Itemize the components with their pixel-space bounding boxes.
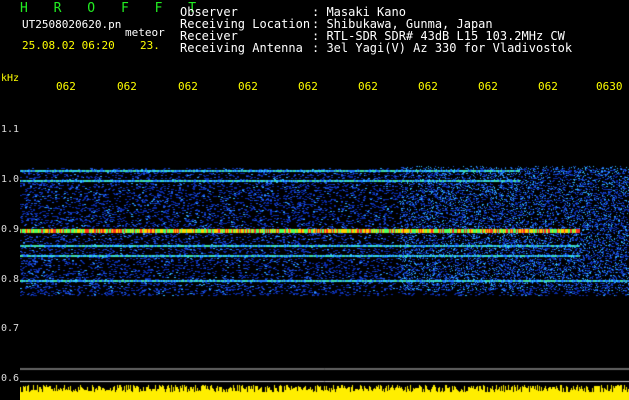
spectrogram-chart (20, 92, 629, 400)
y-tick-label: 1.0 (1, 174, 20, 185)
y-tick-label: 0.7 (1, 323, 20, 334)
x-tick-label: 062 (178, 80, 198, 93)
x-tick-label: 062 (478, 80, 498, 93)
y-axis-unit: kHz (1, 73, 20, 84)
file-name: UT2508020620.pn (22, 18, 122, 31)
x-tick-label: 062 (238, 80, 258, 93)
y-tick-label: 0.6 (1, 373, 20, 384)
info-value-antenna: : 3el Yagi(V) Az 330 for Vladivostok (312, 41, 573, 55)
x-tick-label: 062 (358, 80, 378, 93)
date-time: 25.08.02 06:20 (22, 39, 115, 52)
x-tick-label: 062 (538, 80, 558, 93)
meteor-count: 23. (140, 39, 160, 52)
info-label-antenna: Receiving Antenna (180, 41, 303, 55)
y-tick-label: 1.1 (1, 124, 20, 135)
x-tick-label: 0630 (596, 80, 623, 93)
x-tick-label: 062 (117, 80, 137, 93)
meteor-tag: meteor (125, 26, 165, 39)
y-tick-label: 0.9 (1, 224, 20, 235)
x-tick-label: 062 (298, 80, 318, 93)
x-tick-label: 062 (418, 80, 438, 93)
app-title: H R O F F T (20, 1, 206, 16)
x-tick-label: 062 (56, 80, 76, 93)
y-tick-label: 0.8 (1, 274, 20, 285)
